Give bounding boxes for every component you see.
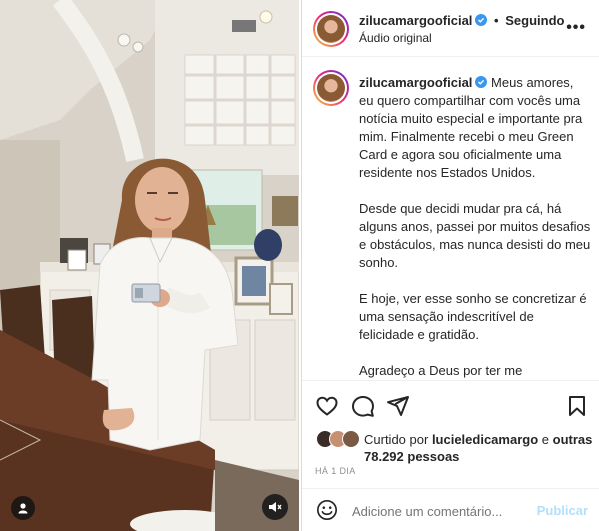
- comment-bubble-icon[interactable]: [351, 394, 375, 418]
- caption-text: zilucamargooficial Meus amores, eu quero…: [359, 74, 591, 378]
- author-username[interactable]: zilucamargooficial: [359, 13, 472, 28]
- comment-bar: Publicar: [302, 488, 599, 531]
- more-options-icon[interactable]: •••: [566, 20, 586, 36]
- caption-paragraph: Agradeço a Deus por ter me: [359, 363, 523, 378]
- post-panel: zilucamargooficial • Seguindo Áudio orig…: [301, 0, 599, 531]
- audio-label[interactable]: Áudio original: [359, 31, 432, 45]
- caption-paragraph: Desde que decidi mudar pra cá, há alguns…: [359, 201, 591, 270]
- likes-connector: e: [541, 432, 550, 447]
- action-bar: [302, 380, 599, 426]
- reel-video[interactable]: [0, 0, 299, 531]
- likes-text: Curtido por lucieledicamargo e outras 78…: [364, 431, 594, 465]
- following-button[interactable]: Seguindo: [505, 13, 564, 28]
- caption-scroll-area[interactable]: zilucamargooficial Meus amores, eu quero…: [302, 58, 599, 378]
- verified-badge-icon: [475, 76, 488, 88]
- caption-username[interactable]: zilucamargooficial: [359, 75, 472, 90]
- caption-avatar[interactable]: [313, 70, 349, 106]
- likes-prefix: Curtido por: [364, 432, 429, 447]
- comment-input[interactable]: [352, 502, 522, 520]
- post-timestamp[interactable]: HÁ 1 DIA: [315, 466, 356, 476]
- like-heart-icon[interactable]: [315, 394, 339, 418]
- share-paper-plane-icon[interactable]: [386, 394, 410, 418]
- separator-dot: •: [494, 13, 499, 28]
- caption-paragraph: E hoje, ver esse sonho se concretizar é …: [359, 291, 587, 342]
- liker-username[interactable]: lucieledicamargo: [432, 432, 538, 447]
- video-frame: [0, 0, 299, 531]
- liker-avatars[interactable]: [316, 430, 364, 450]
- emoji-icon[interactable]: [316, 499, 338, 521]
- likes-summary: Curtido por lucieledicamargo e outras 78…: [314, 428, 594, 464]
- muted-speaker-icon[interactable]: [262, 494, 288, 520]
- author-line: zilucamargooficial • Seguindo: [359, 13, 564, 28]
- verified-badge-icon: [475, 14, 488, 26]
- save-bookmark-icon[interactable]: [565, 394, 589, 418]
- tagged-users-icon[interactable]: [11, 496, 35, 520]
- post-header: zilucamargooficial • Seguindo Áudio orig…: [302, 0, 599, 57]
- publish-button[interactable]: Publicar: [537, 503, 588, 518]
- author-avatar[interactable]: [313, 11, 349, 47]
- caption-paragraph: Meus amores, eu quero compartilhar com v…: [359, 75, 583, 180]
